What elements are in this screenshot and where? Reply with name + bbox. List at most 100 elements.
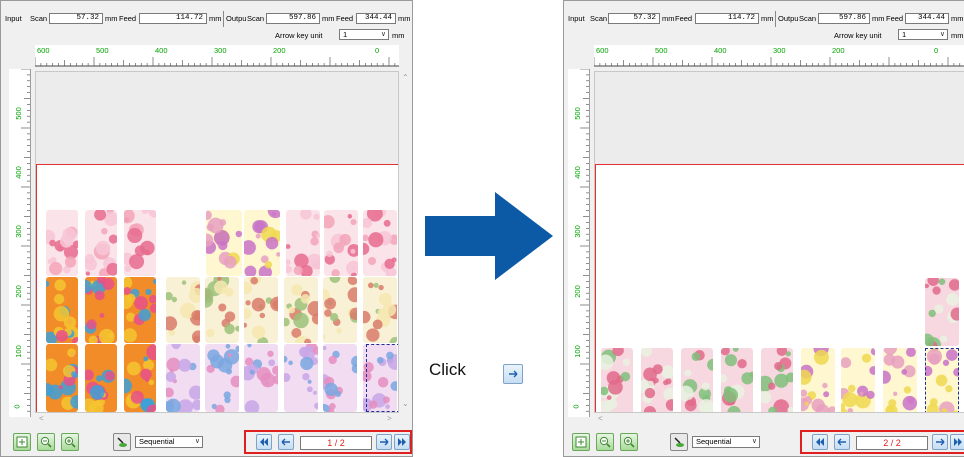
mm-unit: mm bbox=[322, 14, 335, 23]
arrow-key-unit-value: 1 bbox=[902, 30, 907, 39]
ruler-label: 0 bbox=[934, 46, 939, 55]
output-scan-label: Scan bbox=[799, 14, 817, 23]
ruler-label: 500 bbox=[655, 46, 668, 55]
output-scan-field[interactable]: 597.86 bbox=[266, 13, 320, 24]
artwork-tile[interactable] bbox=[761, 348, 793, 412]
artwork-tile[interactable] bbox=[124, 277, 156, 343]
order-mode-value: Sequential bbox=[139, 437, 175, 446]
horizontal-scrollbar[interactable]: < > bbox=[35, 413, 399, 427]
ruler-label: 500 bbox=[13, 107, 23, 120]
header-bar: Input Scan 57.32 mm Feed 114.72 mm Outpu… bbox=[564, 1, 964, 45]
layout-panel-after: Input Scan 57.32 mm Feed 114.72 mm Outpu… bbox=[563, 0, 964, 457]
artwork-tile[interactable] bbox=[925, 278, 959, 346]
artwork-tile[interactable] bbox=[841, 348, 875, 412]
scroll-left-icon[interactable]: < bbox=[39, 414, 44, 423]
order-mode-select[interactable]: Sequential ∨ bbox=[135, 436, 203, 448]
artwork-tile[interactable] bbox=[244, 277, 278, 343]
artwork-tile[interactable] bbox=[85, 277, 117, 343]
artwork-tile[interactable] bbox=[46, 344, 78, 412]
next-page-button[interactable] bbox=[376, 434, 392, 450]
artwork-tile[interactable] bbox=[166, 277, 200, 343]
order-mode-button[interactable] bbox=[670, 433, 688, 451]
order-mode-button[interactable] bbox=[113, 433, 131, 451]
chevron-down-icon: ∨ bbox=[751, 438, 757, 445]
first-page-icon bbox=[816, 438, 824, 446]
artwork-tile[interactable] bbox=[284, 277, 318, 343]
input-scan-field[interactable]: 57.32 bbox=[49, 13, 103, 24]
scroll-down-icon[interactable]: ⌄ bbox=[402, 399, 409, 408]
scroll-up-icon[interactable]: ⌃ bbox=[402, 73, 409, 82]
artwork-tile[interactable] bbox=[323, 277, 357, 343]
artwork-tile[interactable] bbox=[85, 210, 117, 276]
artwork-tile[interactable] bbox=[46, 277, 78, 343]
zoom-out-button[interactable] bbox=[596, 433, 614, 451]
output-feed-field[interactable]: 344.44 bbox=[905, 13, 949, 24]
ruler-label: 300 bbox=[773, 46, 786, 55]
artwork-tile[interactable] bbox=[206, 210, 242, 276]
fit-to-window-button[interactable] bbox=[572, 433, 590, 451]
artwork-tile[interactable] bbox=[363, 277, 397, 343]
artwork-tile[interactable] bbox=[681, 348, 713, 412]
input-scan-label: Scan bbox=[30, 14, 48, 23]
header-bar: Input Scan 57.32 mm Feed 114.72 mm Outpu… bbox=[1, 1, 412, 45]
first-page-button[interactable] bbox=[812, 434, 828, 450]
horizontal-scrollbar[interactable]: < bbox=[594, 413, 964, 427]
artwork-tile[interactable] bbox=[601, 348, 633, 412]
arrow-key-unit-select[interactable]: 1 ∨ bbox=[339, 29, 389, 40]
artwork-tile[interactable] bbox=[244, 210, 280, 276]
print-layout-canvas[interactable] bbox=[35, 71, 399, 413]
output-feed-field[interactable]: 344.44 bbox=[356, 13, 396, 24]
input-feed-field[interactable]: 114.72 bbox=[139, 13, 207, 24]
horizontal-ruler: 600 500 400 300 200 0 bbox=[35, 45, 399, 67]
artwork-tile[interactable] bbox=[124, 344, 156, 412]
ruler-label: 400 bbox=[572, 166, 582, 179]
next-page-button[interactable] bbox=[932, 434, 948, 450]
artwork-tile[interactable] bbox=[124, 210, 156, 276]
scroll-right-icon[interactable]: > bbox=[387, 414, 392, 423]
zoom-in-button[interactable] bbox=[61, 433, 79, 451]
zoom-out-button[interactable] bbox=[37, 433, 55, 451]
artwork-tile[interactable] bbox=[205, 344, 239, 412]
fit-to-window-button[interactable] bbox=[13, 433, 31, 451]
artwork-tile[interactable] bbox=[801, 348, 835, 412]
order-mode-select[interactable]: Sequential ∨ bbox=[692, 436, 760, 448]
vertical-scrollbar[interactable]: ⌃ ⌄ bbox=[399, 71, 412, 413]
artwork-tile[interactable] bbox=[284, 344, 318, 412]
input-scan-label: Scan bbox=[590, 14, 608, 23]
prev-page-button[interactable] bbox=[834, 434, 850, 450]
print-layout-canvas[interactable] bbox=[594, 71, 964, 413]
page-indicator[interactable]: 1 / 2 bbox=[300, 436, 372, 450]
last-page-button[interactable] bbox=[394, 434, 410, 450]
mm-unit: mm bbox=[398, 14, 411, 23]
artwork-tile[interactable] bbox=[205, 277, 239, 343]
artwork-tile[interactable] bbox=[323, 344, 357, 412]
artwork-tile[interactable] bbox=[286, 210, 320, 276]
artwork-tile[interactable] bbox=[166, 344, 200, 412]
output-scan-field[interactable]: 597.86 bbox=[818, 13, 870, 24]
artwork-tile[interactable] bbox=[883, 348, 917, 412]
chevron-down-icon: ∨ bbox=[939, 31, 945, 38]
artwork-tile[interactable] bbox=[641, 348, 673, 412]
prev-page-button[interactable] bbox=[278, 434, 294, 450]
artwork-tile[interactable] bbox=[46, 210, 78, 276]
last-page-button[interactable] bbox=[950, 434, 964, 450]
input-feed-label: Feed bbox=[119, 14, 137, 23]
scroll-left-icon[interactable]: < bbox=[598, 414, 603, 423]
transition-arrow-icon bbox=[425, 192, 553, 280]
first-page-button[interactable] bbox=[256, 434, 272, 450]
artwork-tile[interactable] bbox=[324, 210, 358, 276]
page-navigation: 2 / 2 bbox=[800, 430, 964, 454]
zoom-in-button[interactable] bbox=[620, 433, 638, 451]
output-feed-label: Feed bbox=[336, 14, 354, 23]
first-page-icon bbox=[260, 438, 268, 446]
page-indicator[interactable]: 2 / 2 bbox=[856, 436, 928, 450]
artwork-tile[interactable] bbox=[85, 344, 117, 412]
output-scan-label: Scan bbox=[247, 14, 265, 23]
artwork-tile[interactable] bbox=[363, 210, 397, 276]
input-scan-field[interactable]: 57.32 bbox=[608, 13, 660, 24]
input-feed-field[interactable]: 114.72 bbox=[695, 13, 759, 24]
artwork-tile[interactable] bbox=[721, 348, 753, 412]
artwork-tile[interactable] bbox=[244, 344, 278, 412]
arrow-key-unit-select[interactable]: 1 ∨ bbox=[898, 29, 948, 40]
selection-outline bbox=[366, 344, 398, 412]
